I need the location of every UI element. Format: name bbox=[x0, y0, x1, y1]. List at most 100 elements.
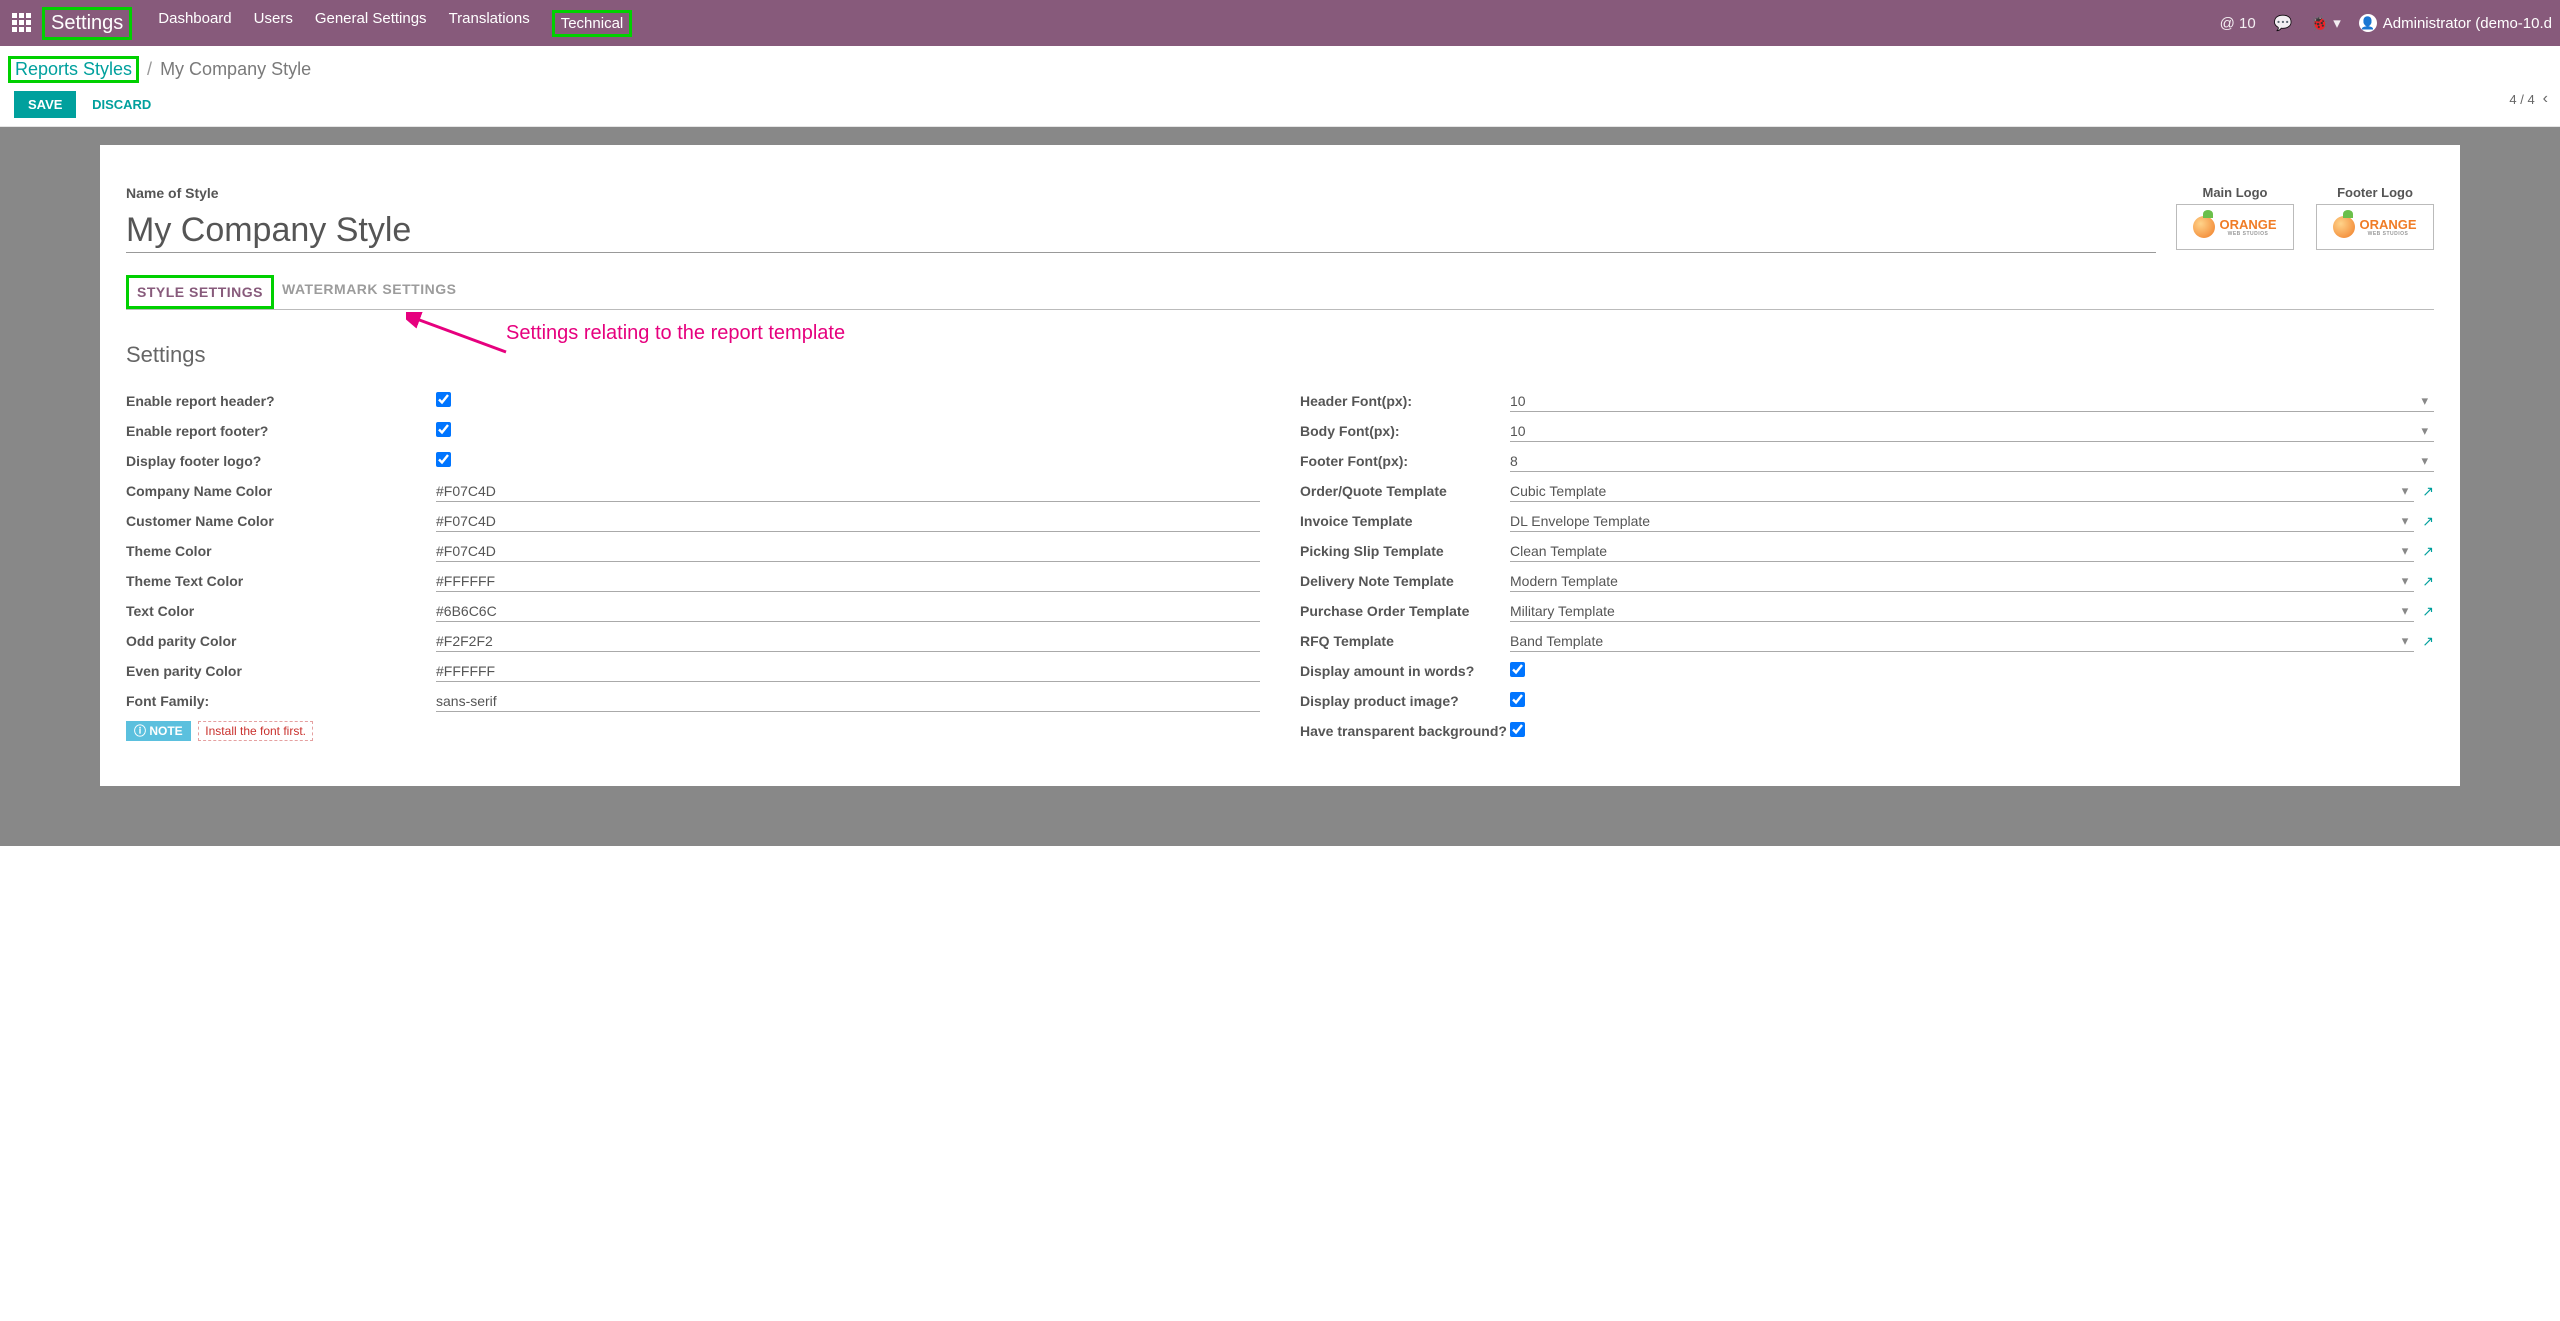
inp-even-parity-color[interactable] bbox=[436, 661, 1260, 682]
lbl-invoice-tpl: Invoice Template bbox=[1300, 513, 1510, 529]
chat-icon[interactable]: 💬 bbox=[2274, 14, 2293, 32]
external-link-icon[interactable]: ↗ bbox=[2422, 633, 2434, 650]
lbl-text-color: Text Color bbox=[126, 603, 436, 619]
chk-enable-footer[interactable] bbox=[436, 422, 451, 437]
inp-font-family[interactable] bbox=[436, 691, 1260, 712]
nav-general-settings[interactable]: General Settings bbox=[315, 10, 427, 37]
breadcrumb-root[interactable]: Reports Styles bbox=[8, 56, 139, 83]
nav-technical[interactable]: Technical bbox=[552, 10, 633, 37]
sel-footer-font[interactable]: 8 bbox=[1510, 451, 2415, 471]
inp-theme-color[interactable] bbox=[436, 541, 1260, 562]
tab-style-settings[interactable]: STYLE SETTINGS bbox=[126, 275, 274, 309]
main-logo-box[interactable]: ORANGEWEB STUDIOS bbox=[2176, 204, 2294, 250]
lbl-body-font: Body Font(px): bbox=[1300, 423, 1510, 439]
lbl-po-tpl: Purchase Order Template bbox=[1300, 603, 1510, 619]
external-link-icon[interactable]: ↗ bbox=[2422, 543, 2434, 560]
breadcrumb-current: My Company Style bbox=[160, 59, 311, 80]
annotation-arrow bbox=[406, 312, 516, 362]
caret-header-font[interactable]: ▾ bbox=[2415, 393, 2434, 409]
inp-odd-parity-color[interactable] bbox=[436, 631, 1260, 652]
debug-icon[interactable]: 🐞 ▾ bbox=[2310, 14, 2340, 32]
lbl-theme-text-color: Theme Text Color bbox=[126, 573, 436, 589]
lbl-enable-header: Enable report header? bbox=[126, 393, 436, 409]
sel-po-tpl[interactable]: Military Template bbox=[1510, 601, 2396, 621]
lbl-company-name-color: Company Name Color bbox=[126, 483, 436, 499]
lbl-transparent-bg: Have transparent background? bbox=[1300, 723, 1510, 739]
inp-theme-text-color[interactable] bbox=[436, 571, 1260, 592]
caret-po-tpl[interactable]: ▾ bbox=[2396, 603, 2415, 619]
app-brand[interactable]: Settings bbox=[42, 7, 132, 40]
avatar-icon: 👤 bbox=[2359, 14, 2377, 32]
lbl-product-image: Display product image? bbox=[1300, 693, 1510, 709]
style-name-input[interactable] bbox=[126, 209, 2156, 253]
nav-users[interactable]: Users bbox=[254, 10, 293, 37]
tab-watermark-settings[interactable]: WATERMARK SETTINGS bbox=[274, 275, 464, 309]
caret-body-font[interactable]: ▾ bbox=[2415, 423, 2434, 439]
discard-button[interactable]: DISCARD bbox=[80, 91, 163, 118]
chk-display-footer-logo[interactable] bbox=[436, 452, 451, 467]
lbl-rfq-tpl: RFQ Template bbox=[1300, 633, 1510, 649]
lbl-theme-color: Theme Color bbox=[126, 543, 436, 559]
nav-links: Dashboard Users General Settings Transla… bbox=[158, 10, 632, 37]
nav-translations[interactable]: Translations bbox=[449, 10, 530, 37]
caret-picking-tpl[interactable]: ▾ bbox=[2396, 543, 2415, 559]
name-label: Name of Style bbox=[126, 185, 2156, 201]
lbl-customer-name-color: Customer Name Color bbox=[126, 513, 436, 529]
sel-order-tpl[interactable]: Cubic Template bbox=[1510, 481, 2396, 501]
footer-logo-box[interactable]: ORANGEWEB STUDIOS bbox=[2316, 204, 2434, 250]
footer-logo-text: ORANGE bbox=[2359, 218, 2416, 231]
lbl-even-parity-color: Even parity Color bbox=[126, 663, 436, 679]
main-logo-sub: WEB STUDIOS bbox=[2219, 231, 2276, 237]
note-text: Install the font first. bbox=[198, 721, 313, 741]
lbl-delivery-tpl: Delivery Note Template bbox=[1300, 573, 1510, 589]
sel-invoice-tpl[interactable]: DL Envelope Template bbox=[1510, 511, 2396, 531]
external-link-icon[interactable]: ↗ bbox=[2422, 573, 2434, 590]
caret-footer-font[interactable]: ▾ bbox=[2415, 453, 2434, 469]
chk-amount-words[interactable] bbox=[1510, 662, 1525, 677]
inp-company-name-color[interactable] bbox=[436, 481, 1260, 502]
form-tabs: STYLE SETTINGS WATERMARK SETTINGS bbox=[126, 275, 2434, 310]
main-logo-text: ORANGE bbox=[2219, 218, 2276, 231]
user-name: Administrator (demo-10.d bbox=[2383, 15, 2552, 32]
lbl-picking-tpl: Picking Slip Template bbox=[1300, 543, 1510, 559]
caret-delivery-tpl[interactable]: ▾ bbox=[2396, 573, 2415, 589]
lbl-header-font: Header Font(px): bbox=[1300, 393, 1510, 409]
user-menu[interactable]: 👤 Administrator (demo-10.d bbox=[2359, 14, 2552, 32]
lbl-amount-words: Display amount in words? bbox=[1300, 663, 1510, 679]
sel-delivery-tpl[interactable]: Modern Template bbox=[1510, 571, 2396, 591]
sel-body-font[interactable]: 10 bbox=[1510, 421, 2415, 441]
lbl-order-tpl: Order/Quote Template bbox=[1300, 483, 1510, 499]
settings-left-col: Enable report header? Enable report foot… bbox=[126, 386, 1260, 746]
pager: 4 / 4 ‹ bbox=[2509, 90, 2548, 108]
chk-product-image[interactable] bbox=[1510, 692, 1525, 707]
pager-prev[interactable]: ‹ bbox=[2543, 90, 2548, 108]
save-button[interactable]: SAVE bbox=[14, 91, 76, 118]
lbl-display-footer-logo: Display footer logo? bbox=[126, 453, 436, 469]
breadcrumb: Reports Styles / My Company Style bbox=[8, 56, 311, 83]
caret-invoice-tpl[interactable]: ▾ bbox=[2396, 513, 2415, 529]
lbl-footer-font: Footer Font(px): bbox=[1300, 453, 1510, 469]
caret-order-tpl[interactable]: ▾ bbox=[2396, 483, 2415, 499]
lbl-odd-parity-color: Odd parity Color bbox=[126, 633, 436, 649]
chk-enable-header[interactable] bbox=[436, 392, 451, 407]
inp-text-color[interactable] bbox=[436, 601, 1260, 622]
inp-customer-name-color[interactable] bbox=[436, 511, 1260, 532]
lbl-font-family: Font Family: bbox=[126, 693, 436, 709]
external-link-icon[interactable]: ↗ bbox=[2422, 483, 2434, 500]
apps-icon[interactable] bbox=[12, 13, 32, 33]
pager-text: 4 / 4 bbox=[2509, 92, 2534, 107]
note-badge: ⓘ NOTE bbox=[126, 721, 191, 741]
external-link-icon[interactable]: ↗ bbox=[2422, 603, 2434, 620]
sel-picking-tpl[interactable]: Clean Template bbox=[1510, 541, 2396, 561]
settings-right-col: Header Font(px):10▾ Body Font(px):10▾ Fo… bbox=[1300, 386, 2434, 746]
external-link-icon[interactable]: ↗ bbox=[2422, 513, 2434, 530]
chk-transparent-bg[interactable] bbox=[1510, 722, 1525, 737]
sel-header-font[interactable]: 10 bbox=[1510, 391, 2415, 411]
nav-right: @ 10 💬 🐞 ▾ 👤 Administrator (demo-10.d bbox=[2220, 14, 2552, 32]
lbl-enable-footer: Enable report footer? bbox=[126, 423, 436, 439]
footer-logo-sub: WEB STUDIOS bbox=[2359, 231, 2416, 237]
caret-rfq-tpl[interactable]: ▾ bbox=[2396, 633, 2415, 649]
messages-count[interactable]: @ 10 bbox=[2220, 15, 2256, 32]
sel-rfq-tpl[interactable]: Band Template bbox=[1510, 631, 2396, 651]
nav-dashboard[interactable]: Dashboard bbox=[158, 10, 231, 37]
